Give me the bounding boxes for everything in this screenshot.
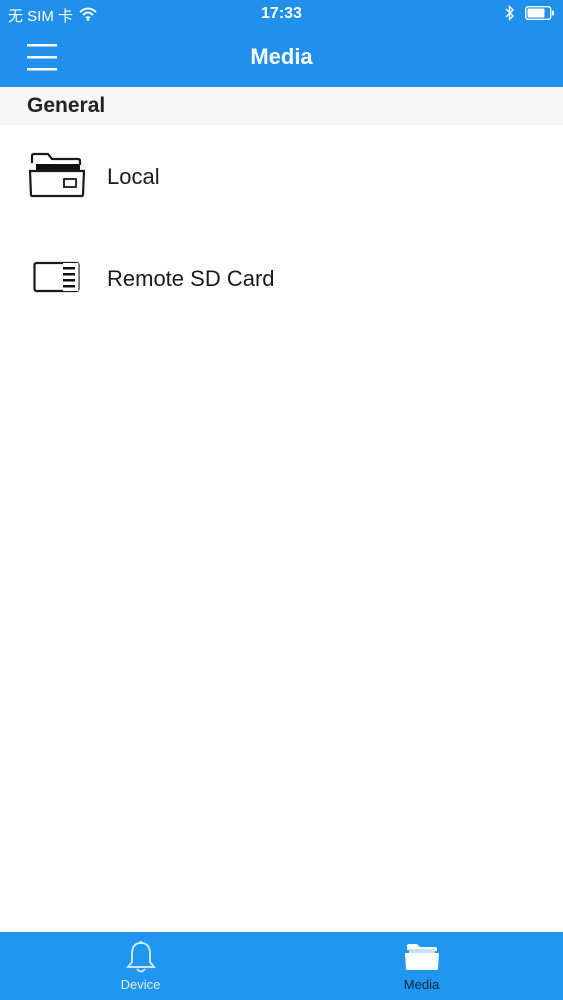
nav-bar: Media: [0, 28, 563, 87]
list-item-label: Remote SD Card: [107, 266, 275, 291]
folder-icon: [404, 940, 440, 974]
page-title: Media: [250, 44, 313, 69]
list-item-label: Local: [107, 164, 160, 189]
bluetooth-icon: [505, 4, 515, 25]
tab-label: Media: [403, 977, 440, 992]
status-right: [505, 4, 555, 25]
status-time: 17:33: [261, 5, 302, 22]
hamburger-menu-icon: [18, 44, 62, 79]
menu-button[interactable]: [18, 39, 62, 75]
status-bar: 无 SIM 卡 17:33: [0, 0, 563, 28]
battery-icon: [524, 5, 555, 24]
folder-icon: [28, 151, 86, 204]
list-item-remote-sd-card[interactable]: Remote SD Card: [0, 229, 563, 329]
tab-media[interactable]: Media: [281, 932, 562, 1000]
section-title: General: [27, 94, 106, 117]
sd-card-icon: [33, 259, 81, 300]
tab-label: Device: [120, 977, 161, 992]
tab-bar: Device Media: [0, 932, 563, 1000]
tab-device[interactable]: Device: [0, 932, 281, 1000]
list-item-local[interactable]: Local: [0, 127, 563, 227]
section-header: General: [0, 87, 563, 125]
bell-icon: [125, 940, 156, 974]
